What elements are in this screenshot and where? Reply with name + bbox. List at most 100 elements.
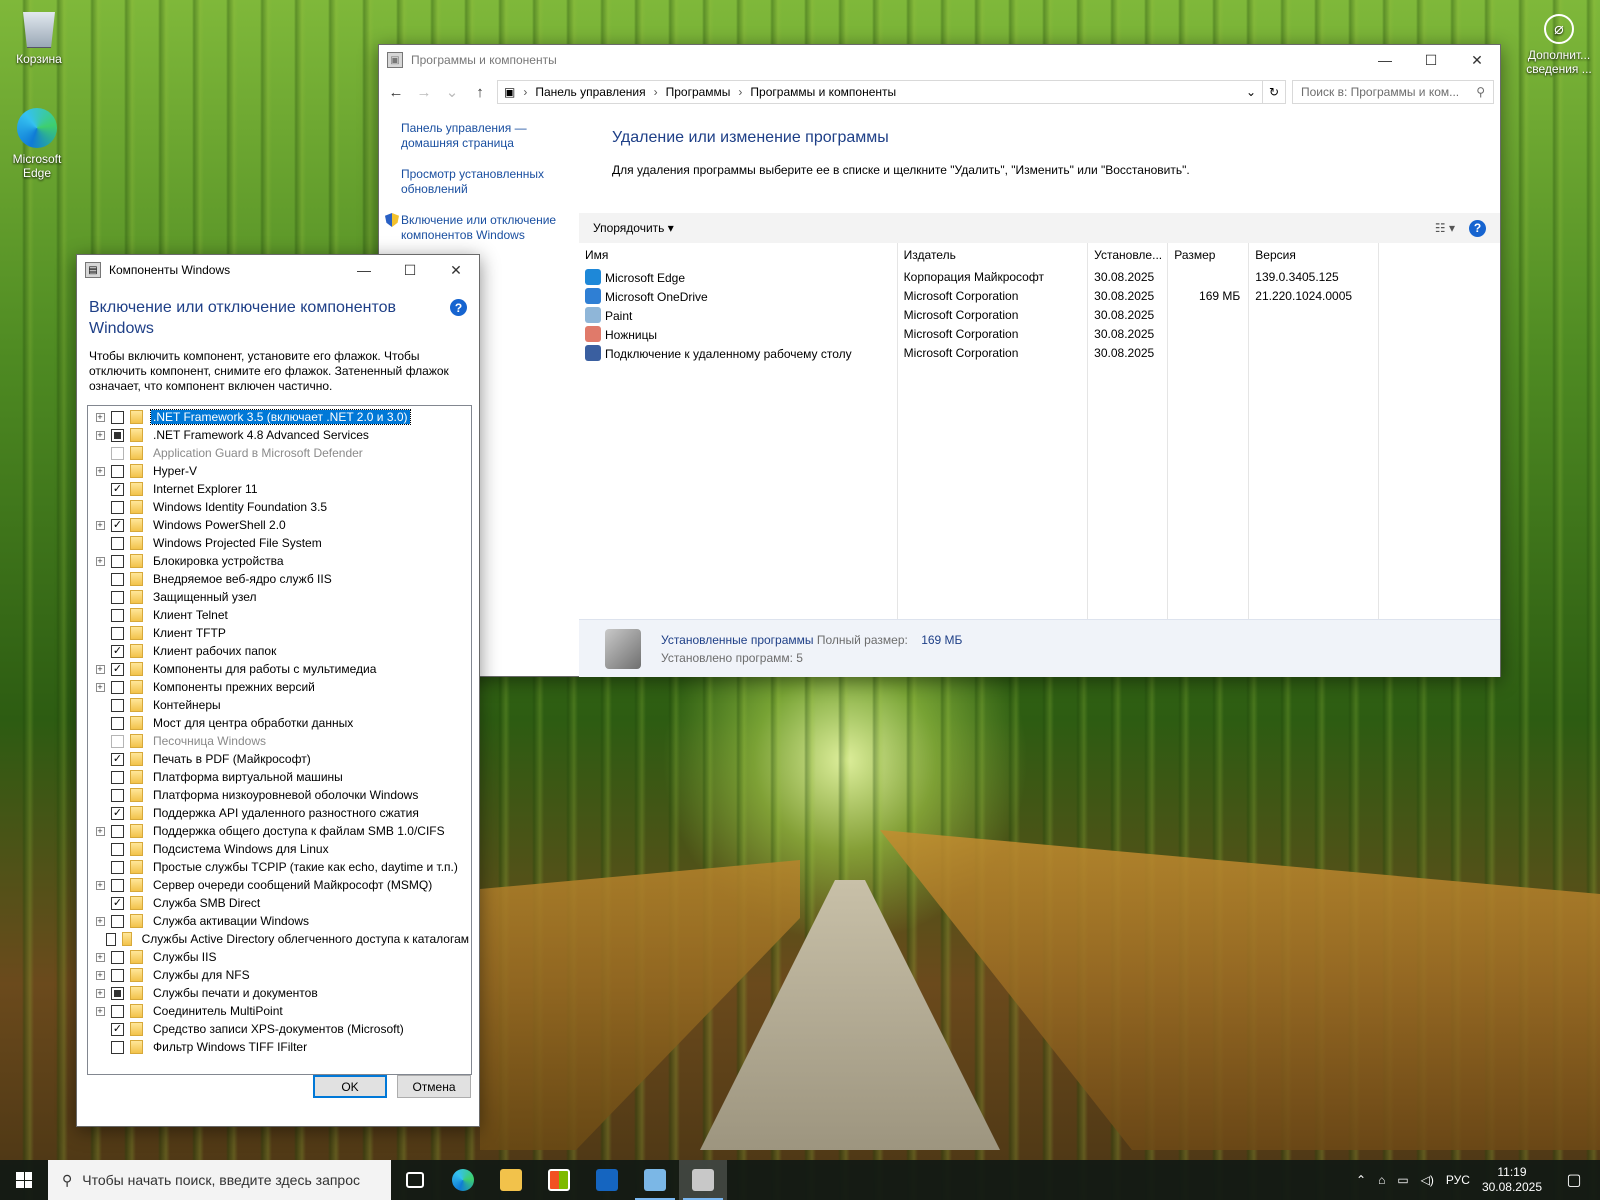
clock[interactable]: 11:19 30.08.2025 [1482, 1165, 1542, 1195]
expand-icon[interactable]: + [92, 552, 108, 570]
feature-item[interactable]: + Служба активации Windows [88, 912, 471, 930]
feature-checkbox[interactable] [111, 986, 124, 1000]
view-options-icon[interactable]: ☷ ▾ [1435, 221, 1455, 235]
organize-button[interactable]: Упорядочить ▾ [593, 221, 674, 235]
cancel-button[interactable]: Отмена [397, 1075, 471, 1098]
feature-item[interactable]: Контейнеры [88, 696, 471, 714]
language-indicator[interactable]: РУС [1446, 1173, 1470, 1187]
up-button[interactable]: ↑ [469, 84, 491, 101]
taskbar-file-explorer-button[interactable] [487, 1160, 535, 1200]
taskbar-search-input[interactable]: ⚲ Чтобы начать поиск, введите здесь запр… [48, 1160, 391, 1200]
feature-checkbox[interactable]: ✓ [111, 896, 124, 910]
help-icon[interactable]: ? [1469, 219, 1486, 237]
feature-item[interactable]: + Службы печати и документов [88, 984, 471, 1002]
feature-item[interactable]: Защищенный узел [88, 588, 471, 606]
taskbar-control-panel-button[interactable] [631, 1160, 679, 1200]
expand-icon[interactable]: + [92, 876, 108, 894]
taskbar-edge-button[interactable] [439, 1160, 487, 1200]
feature-checkbox[interactable] [106, 932, 116, 946]
maximize-button[interactable]: ☐ [387, 255, 433, 285]
expand-icon[interactable]: + [92, 462, 108, 480]
feature-checkbox[interactable] [111, 680, 124, 694]
feature-checkbox[interactable] [111, 878, 124, 892]
feature-item[interactable]: Windows Projected File System [88, 534, 471, 552]
feature-item[interactable]: + Hyper-V [88, 462, 471, 480]
feature-checkbox[interactable] [111, 554, 124, 568]
feature-checkbox[interactable] [111, 788, 124, 802]
expand-icon[interactable]: + [92, 516, 108, 534]
feature-checkbox[interactable]: ✓ [111, 806, 124, 820]
table-row[interactable]: Paint Microsoft Corporation 30.08.2025 [579, 305, 1379, 324]
feature-checkbox[interactable] [111, 428, 124, 442]
feature-checkbox[interactable] [111, 590, 124, 604]
feature-item[interactable]: Клиент Telnet [88, 606, 471, 624]
table-row[interactable]: Microsoft Edge Корпорация Майкрософт 30.08… [579, 267, 1379, 286]
feature-item[interactable]: Платформа низкоуровневой оболочки Window… [88, 786, 471, 804]
column-header-name[interactable]: Имя [579, 243, 898, 267]
link-windows-features[interactable]: Включение или отключение компонентов Win… [401, 213, 577, 243]
network-icon[interactable]: ▭ [1397, 1173, 1408, 1187]
expand-icon[interactable]: + [92, 678, 108, 696]
feature-checkbox[interactable]: ✓ [111, 1022, 124, 1036]
ok-button[interactable]: OK [313, 1075, 387, 1098]
feature-checkbox[interactable] [111, 446, 124, 460]
feature-checkbox[interactable] [111, 914, 124, 928]
feature-item[interactable]: Windows Identity Foundation 3.5 [88, 498, 471, 516]
feature-item[interactable]: + .NET Framework 4.8 Advanced Services [88, 426, 471, 444]
feature-checkbox[interactable] [111, 734, 124, 748]
feature-checkbox[interactable] [111, 1004, 124, 1018]
desktop-icon-more-info[interactable]: ⌀ Дополнит... сведения ... [1524, 14, 1594, 76]
expand-icon[interactable]: + [92, 822, 108, 840]
link-view-updates[interactable]: Просмотр установленных обновлений [401, 167, 577, 197]
feature-item[interactable]: Службы Active Directory облегченного дос… [88, 930, 471, 948]
volume-icon[interactable]: ◁) [1421, 1173, 1434, 1187]
feature-item[interactable]: Песочница Windows [88, 732, 471, 750]
back-button[interactable]: ← [385, 84, 407, 101]
expand-icon[interactable]: + [92, 984, 108, 1002]
expand-icon[interactable]: + [92, 660, 108, 678]
feature-item[interactable]: Внедряемое веб-ядро служб IIS [88, 570, 471, 588]
feature-checkbox[interactable] [111, 464, 124, 478]
desktop-icon-recycle-bin[interactable]: Корзина [4, 8, 74, 66]
feature-item[interactable]: Подсистема Windows для Linux [88, 840, 471, 858]
feature-checkbox[interactable] [111, 716, 124, 730]
column-header-size[interactable]: Размер [1167, 243, 1250, 267]
minimize-button[interactable]: — [1362, 45, 1408, 75]
refresh-button[interactable]: ↻ [1262, 80, 1286, 104]
feature-item[interactable]: Фильтр Windows TIFF IFilter [88, 1038, 471, 1056]
feature-checkbox[interactable]: ✓ [111, 518, 124, 532]
chevron-up-icon[interactable]: ⌃ [1356, 1173, 1366, 1187]
feature-checkbox[interactable] [111, 860, 124, 874]
feature-checkbox[interactable] [111, 824, 124, 838]
expand-icon[interactable]: + [92, 966, 108, 984]
feature-item[interactable]: + Поддержка общего доступа к файлам SMB 1… [88, 822, 471, 840]
feature-item[interactable]: Платформа виртуальной машины [88, 768, 471, 786]
feature-item[interactable]: Мост для центра обработки данных [88, 714, 471, 732]
table-row[interactable]: Ножницы Microsoft Corporation 30.08.2025 [579, 324, 1379, 343]
feature-item[interactable]: ✓ Служба SMB Direct [88, 894, 471, 912]
desktop-icon-edge[interactable]: Microsoft Edge [2, 108, 72, 180]
chevron-down-icon[interactable]: ⌄ [1246, 85, 1256, 99]
help-icon[interactable]: ? [450, 299, 467, 316]
breadcrumb-item[interactable]: Программы и компоненты [750, 85, 896, 99]
notifications-icon[interactable]: ▢ [1554, 1170, 1594, 1190]
close-button[interactable]: ✕ [433, 255, 479, 285]
taskbar-task-view-button[interactable] [391, 1160, 439, 1200]
close-button[interactable]: ✕ [1454, 45, 1500, 75]
taskbar-outlook-button[interactable] [583, 1160, 631, 1200]
feature-checkbox[interactable] [111, 770, 124, 784]
feature-checkbox[interactable]: ✓ [111, 662, 124, 676]
feature-checkbox[interactable] [111, 968, 124, 982]
feature-checkbox[interactable] [111, 410, 124, 424]
column-header-installed[interactable]: Установле... [1087, 243, 1169, 267]
recent-locations-button[interactable]: ⌄ [441, 83, 463, 101]
column-header-publisher[interactable]: Издатель [897, 243, 1089, 267]
feature-item[interactable]: + Сервер очереди сообщений Майкрософт (MS… [88, 876, 471, 894]
dialog-titlebar[interactable]: ▤ Компоненты Windows — ☐ ✕ [77, 255, 479, 285]
feature-item[interactable]: ✓ Средство записи XPS-документов (Microso… [88, 1020, 471, 1038]
link-control-panel-home[interactable]: Панель управления — домашняя страница [401, 121, 577, 151]
features-tree[interactable]: + .NET Framework 3.5 (включает .NET 2.0 и… [87, 405, 472, 1075]
table-row[interactable]: Подключение к удаленному рабочему столу M… [579, 343, 1379, 362]
feature-item[interactable]: + ✓ Windows PowerShell 2.0 [88, 516, 471, 534]
feature-checkbox[interactable] [111, 500, 124, 514]
